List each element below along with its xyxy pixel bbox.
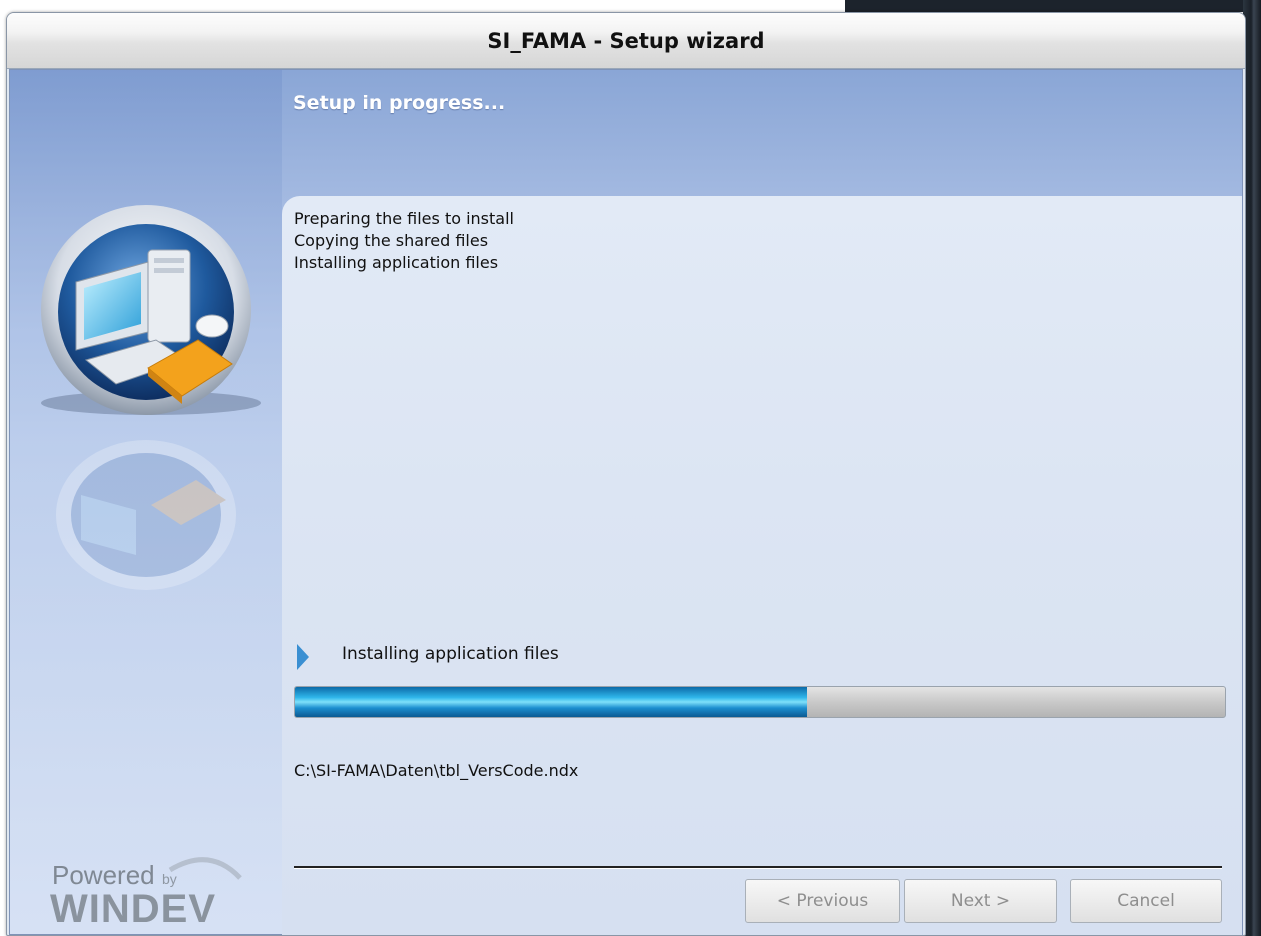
powered-text: Powered xyxy=(52,860,155,890)
windev-text: WINDEV xyxy=(50,887,216,930)
cancel-button[interactable]: Cancel xyxy=(1070,879,1222,923)
install-log: Preparing the files to install Copying t… xyxy=(294,208,514,274)
by-text: by xyxy=(162,871,177,887)
previous-button[interactable]: < Previous xyxy=(745,879,900,923)
log-item: Preparing the files to install xyxy=(294,209,514,228)
install-progress-bar xyxy=(294,686,1226,718)
progress-bar-fill xyxy=(295,687,807,717)
progress-panel: Preparing the files to install Copying t… xyxy=(282,196,1242,935)
title-bar[interactable]: SI_FAMA - Setup wizard xyxy=(7,13,1245,69)
current-step-label: Installing application files xyxy=(342,644,559,664)
desktop-background-top xyxy=(845,0,1261,12)
wizard-body: Setup in progress... Preparing the files… xyxy=(9,69,1243,935)
install-computer-icon-reflection xyxy=(36,425,266,595)
next-button[interactable]: Next > xyxy=(904,879,1057,923)
button-divider xyxy=(294,866,1222,869)
current-file-path: C:\SI-FAMA\Daten\tbl_VersCode.ndx xyxy=(294,761,579,780)
setup-wizard-window: SI_FAMA - Setup wizard Setup in progress… xyxy=(6,12,1246,936)
step-arrow-icon xyxy=(297,644,309,670)
windev-logo: Powered by WINDEV xyxy=(50,850,270,931)
page-heading: Setup in progress... xyxy=(293,92,506,114)
install-computer-icon xyxy=(36,200,266,430)
log-item: Copying the shared files xyxy=(294,231,489,250)
window-title: SI_FAMA - Setup wizard xyxy=(487,28,765,53)
log-item: Installing application files xyxy=(294,253,499,272)
